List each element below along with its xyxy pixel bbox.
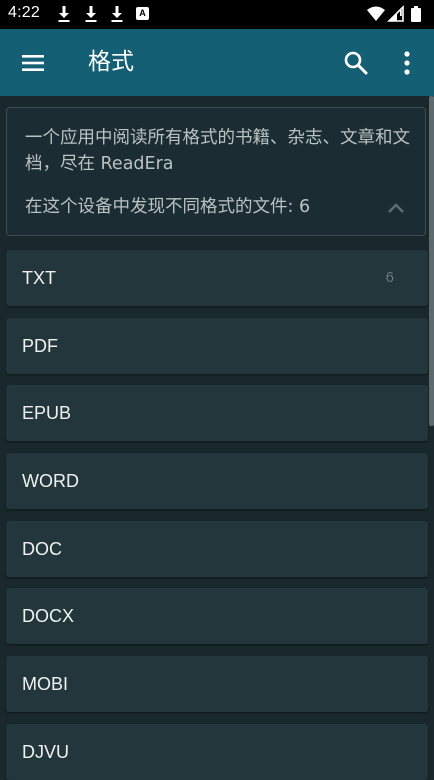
format-label: MOBI [22,674,69,694]
info-format-count: 在这个设备中发现不同格式的文件: 6 [25,197,311,217]
search-icon[interactable] [341,48,371,78]
status-bar: 4:22 A [0,0,434,29]
download-icon [58,6,70,22]
format-label: DOCX [22,606,75,626]
format-item-epub[interactable]: EPUB [6,385,428,441]
format-count: 6 [385,269,394,286]
format-item-djvu[interactable]: DJVU [6,724,428,780]
battery-icon [411,6,421,22]
format-item-mobi[interactable]: MOBI [6,656,428,712]
format-label: EPUB [22,403,72,423]
hamburger-menu-icon[interactable] [19,49,47,77]
format-label: DJVU [22,742,70,762]
format-item-pdf[interactable]: PDF [6,318,428,374]
signal-icon [387,5,404,22]
wifi-icon [367,6,385,21]
page-title: 格式 [88,49,134,75]
format-label: TXT [22,268,56,288]
format-item-txt[interactable]: TXT 6 [6,250,428,306]
scrollbar[interactable] [429,96,434,426]
chevron-up-icon[interactable] [385,200,407,216]
format-item-doc[interactable]: DOC [6,521,428,577]
more-vert-icon[interactable] [394,47,420,79]
a-badge-icon: A [136,7,149,20]
info-description: 一个应用中阅读所有格式的书籍、杂志、文章和文档，尽在 ReadEra [25,128,410,174]
format-label: PDF [22,336,58,356]
download-icon [111,6,123,22]
download-icon [85,6,97,22]
status-time: 4:22 [8,4,40,21]
status-right-icons [367,5,421,22]
format-item-docx[interactable]: DOCX [6,588,428,644]
format-label: WORD [22,471,79,491]
app-bar: 格式 [0,29,434,96]
info-card: 一个应用中阅读所有格式的书籍、杂志、文章和文档，尽在 ReadEra 在这个设备… [6,107,426,236]
format-label: DOC [22,539,62,559]
format-item-word[interactable]: WORD [6,453,428,509]
